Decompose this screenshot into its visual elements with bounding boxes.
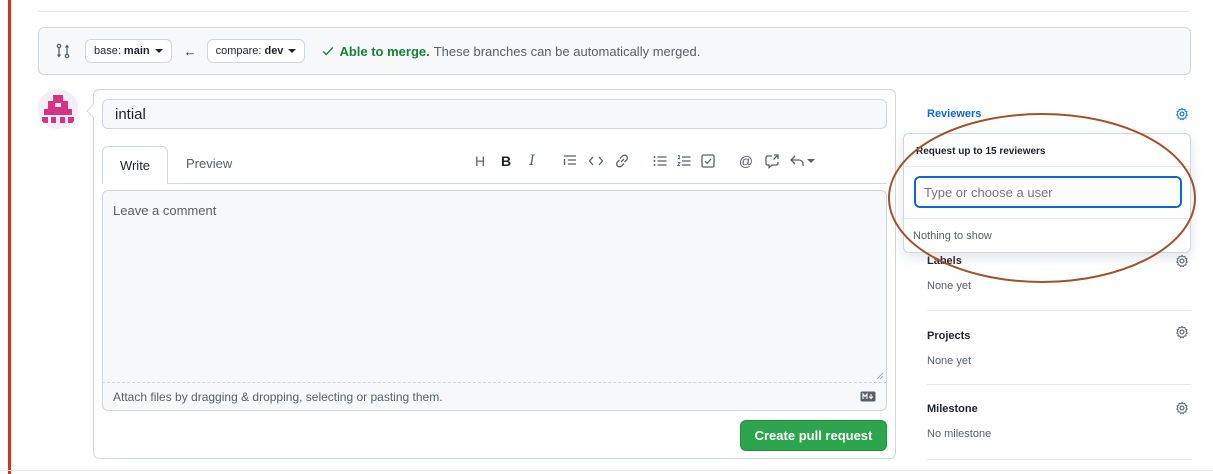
- code-icon: [588, 156, 604, 166]
- check-icon: [323, 47, 334, 56]
- dropdown-empty-text: Nothing to show: [913, 230, 992, 242]
- markdown-toolbar: H B I @: [470, 151, 816, 171]
- base-label: base:: [94, 45, 121, 57]
- mention-button[interactable]: @: [736, 151, 756, 171]
- compare-bar: base: main ← compare: dev Able to merge.…: [38, 27, 1191, 75]
- reviewers-title[interactable]: Reviewers: [927, 108, 981, 120]
- compare-branch-select[interactable]: compare: dev: [206, 39, 306, 63]
- top-divider: [38, 11, 1190, 12]
- comment-textarea[interactable]: Leave a comment: [102, 190, 887, 382]
- bold-button[interactable]: B: [496, 151, 516, 171]
- dropdown-divider: [904, 166, 1190, 167]
- compare-label: compare:: [215, 45, 262, 57]
- labels-value: None yet: [927, 280, 972, 292]
- create-pull-request-button[interactable]: Create pull request: [740, 420, 887, 451]
- sidebar-divider: [927, 384, 1191, 385]
- tab-preview[interactable]: Preview: [186, 156, 232, 171]
- saved-replies-button[interactable]: [788, 151, 816, 171]
- file-attach-area[interactable]: Attach files by dragging & dropping, sel…: [102, 382, 887, 411]
- identicon-avatar: [42, 95, 74, 123]
- sidebar-divider: [927, 459, 1191, 460]
- merge-desc-text: These branches can be automatically merg…: [433, 43, 701, 59]
- left-edge-rule: [8, 0, 11, 474]
- base-branch-name: main: [123, 45, 150, 57]
- tab-write[interactable]: Write: [102, 146, 168, 184]
- avatar[interactable]: [38, 89, 78, 129]
- projects-value: None yet: [927, 355, 972, 367]
- attach-hint: Attach files by dragging & dropping, sel…: [113, 389, 443, 404]
- comment-placeholder: Leave a comment: [113, 203, 217, 218]
- checkbox-icon: [701, 154, 715, 168]
- milestone-value: No milestone: [927, 428, 992, 440]
- merge-status: Able to merge. These branches can be aut…: [321, 44, 700, 59]
- projects-title[interactable]: Projects: [927, 330, 970, 342]
- list-unordered-icon: [653, 156, 667, 166]
- panel-pointer: [86, 104, 94, 118]
- tab-divider: [102, 183, 887, 184]
- gear-icon[interactable]: [1175, 325, 1189, 339]
- merge-ok-text: Able to merge.: [339, 43, 430, 59]
- link-icon: [616, 154, 628, 168]
- reviewer-search-input[interactable]: [914, 176, 1182, 208]
- git-compare-icon: [56, 43, 70, 59]
- markdown-icon[interactable]: [860, 391, 876, 402]
- gear-icon[interactable]: [1175, 107, 1189, 121]
- italic-button[interactable]: I: [522, 151, 542, 171]
- milestone-title[interactable]: Milestone: [927, 403, 978, 415]
- reviewers-dropdown: Request up to 15 reviewers Nothing to sh…: [903, 133, 1191, 253]
- pr-title-input[interactable]: intial: [102, 99, 887, 129]
- compare-branch-name: dev: [264, 45, 284, 57]
- unordered-list-button[interactable]: [650, 151, 670, 171]
- gear-icon[interactable]: [1175, 254, 1189, 268]
- bottom-divider: [0, 470, 1213, 471]
- sidebar-divider: [927, 310, 1191, 311]
- gear-icon[interactable]: [1175, 401, 1189, 415]
- quote-icon: [563, 155, 576, 165]
- dropdown-header: Request up to 15 reviewers: [916, 146, 1046, 157]
- quote-button[interactable]: [560, 151, 580, 171]
- heading-button[interactable]: H: [470, 151, 490, 171]
- caret-down-icon: [288, 49, 297, 53]
- base-branch-select[interactable]: base: main: [85, 39, 172, 63]
- labels-title[interactable]: Labels: [927, 255, 962, 267]
- arrow-left-icon: ←: [183, 43, 197, 59]
- ordered-list-button[interactable]: [674, 151, 694, 171]
- code-button[interactable]: [586, 151, 606, 171]
- resize-grip-icon[interactable]: [876, 372, 884, 380]
- list-ordered-icon: [676, 155, 691, 166]
- reference-button[interactable]: [762, 151, 782, 171]
- dropdown-divider: [904, 218, 1190, 219]
- caret-down-icon: [154, 49, 163, 53]
- cross-reference-icon: [765, 154, 779, 169]
- task-list-button[interactable]: [698, 151, 718, 171]
- reply-icon: [790, 155, 804, 166]
- caret-down-icon: [807, 159, 815, 163]
- link-button[interactable]: [612, 151, 632, 171]
